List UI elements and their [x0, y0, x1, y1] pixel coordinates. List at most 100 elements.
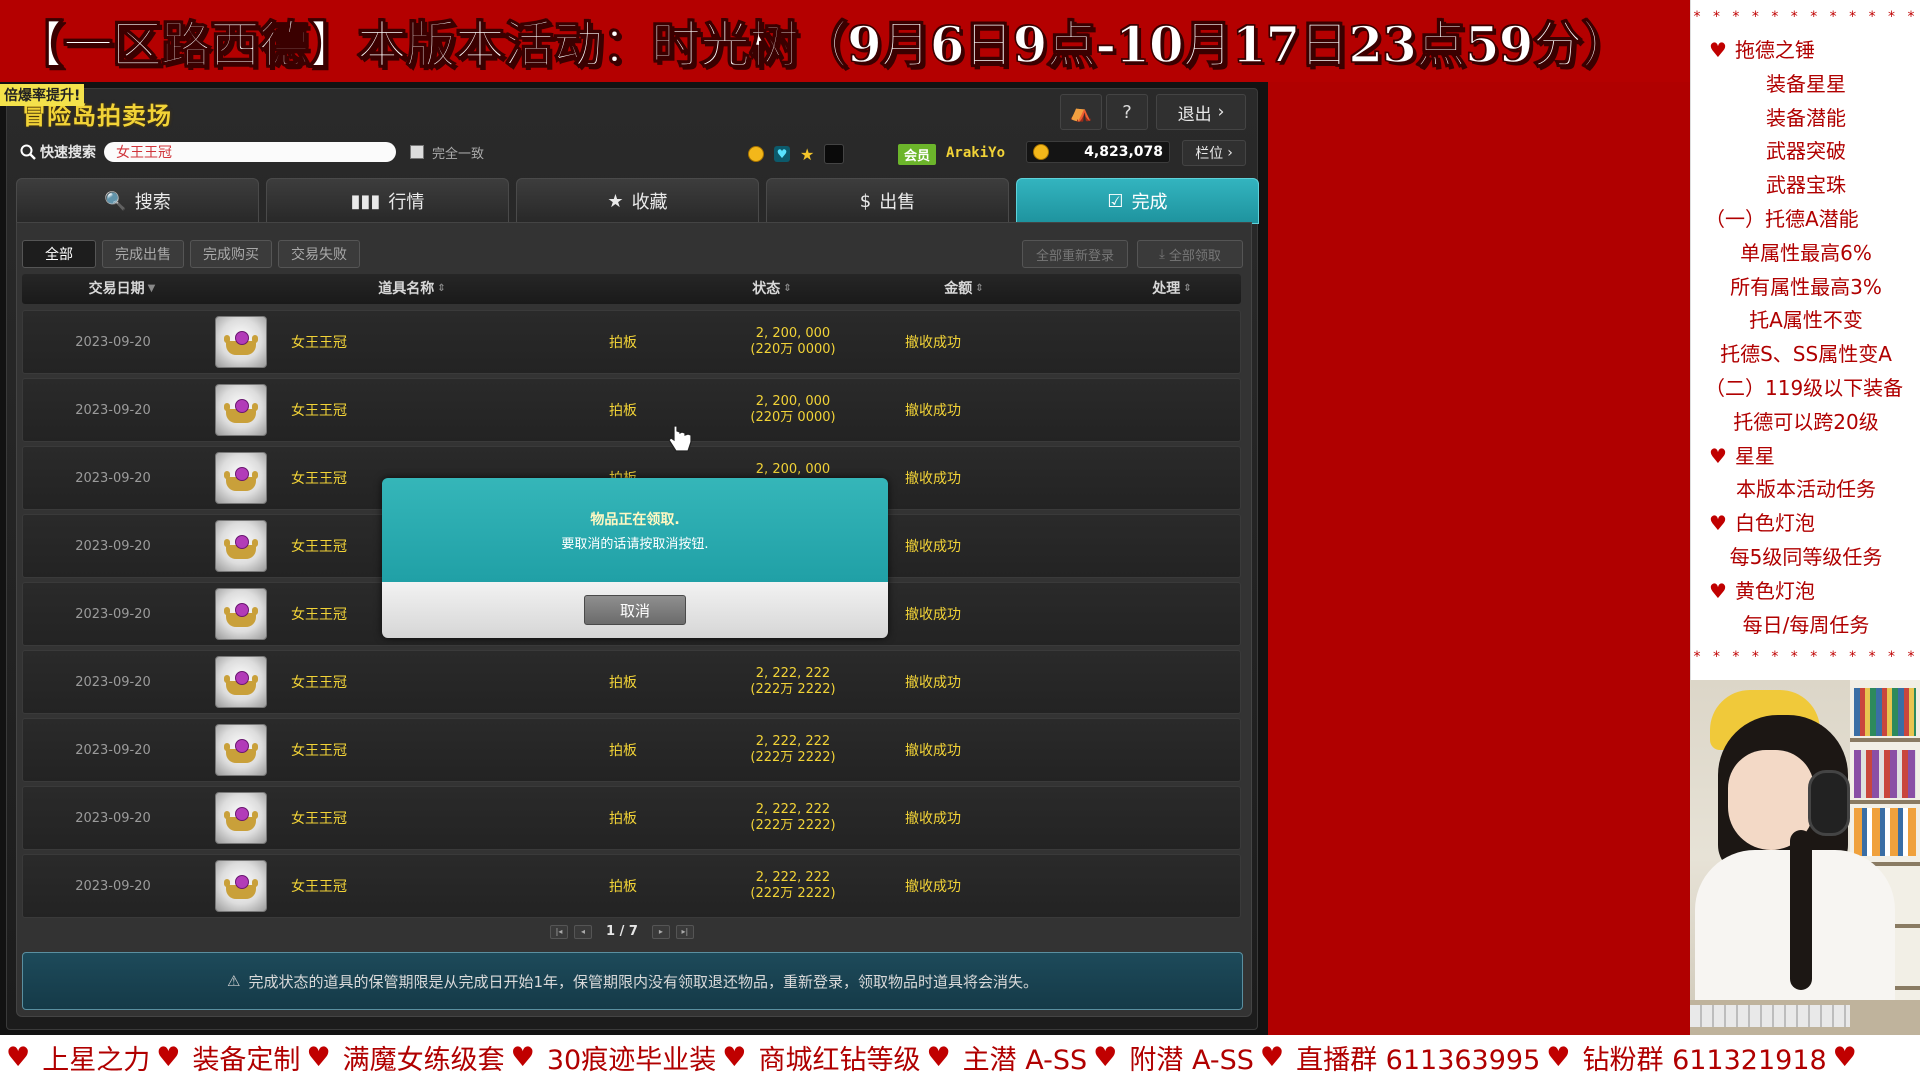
crown-icon[interactable] [215, 452, 267, 504]
table-row[interactable]: 2023-09-20 女王王冠 拍板 2, 222, 222 (222万 2222) 撤收… [22, 854, 1241, 918]
crown-icon[interactable] [215, 316, 267, 368]
tab-favorites[interactable]: ★ 收藏 [516, 178, 759, 224]
info-item-label: 拖德之锤 [1734, 38, 1815, 62]
info-item: 每日/每周任务 [1691, 609, 1920, 643]
row-amount-number: 2, 200, 000 [755, 462, 831, 477]
dialog-body: 物品正在领取. 要取消的话请按取消按钮. [382, 478, 888, 582]
header-action[interactable]: 处理 ⇕ [1142, 274, 1202, 304]
heart-icon: ♥ [1709, 443, 1727, 468]
row-action: 撤收成功 [905, 811, 961, 827]
header-date[interactable]: 交易日期 ▼ [62, 274, 182, 304]
slot-button[interactable]: 栏位 › [1182, 140, 1246, 166]
chevron-right-icon: › [1217, 102, 1225, 122]
tab-sell-label: 出售 [879, 192, 916, 213]
banner-title: 【一区路西德】本版本活动：时光树（9月6日9点-10月17日23点59分） [13, 14, 1632, 75]
promo-segment: ♥ 商城红钻等级 [716, 1038, 920, 1077]
header-name[interactable]: 道具名称 ⇕ [352, 274, 472, 304]
row-date: 2023-09-20 [75, 878, 151, 894]
exact-match-checkbox[interactable] [410, 145, 424, 159]
table-row[interactable]: 2023-09-20 女王王冠 拍板 2, 200, 000(220万 0000) 撤收… [22, 310, 1241, 374]
first-page-button[interactable]: |◂ [550, 924, 568, 939]
subtab-sold[interactable]: 完成出售 [102, 240, 184, 268]
promo-text: 上星之力 [42, 1045, 151, 1076]
help-button[interactable]: ? [1106, 94, 1148, 130]
dialog-footer: 取消 [382, 582, 888, 638]
row-amount-cn: (220万 0000) [750, 410, 836, 425]
row-item-icon-cell [213, 515, 269, 577]
info-item-label: 黄色灯泡 [1734, 578, 1815, 603]
info-item-label: 单属性最高6% [1740, 240, 1872, 265]
heart-icon[interactable]: ♥ [774, 146, 790, 162]
row-item-icon-cell [213, 719, 269, 781]
header-action-label: 处理 [1152, 281, 1181, 297]
table-row[interactable]: 2023-09-20 女王王冠 拍板 2, 200, 000(220万 0000) 撤收… [22, 378, 1241, 442]
webcam-feed [1690, 680, 1920, 1035]
promo-segment: ♥ 附潜 A-SS [1087, 1038, 1254, 1077]
tab-search[interactable]: 🔍 搜索 [16, 178, 259, 224]
crown-graphic [224, 601, 258, 627]
info-item: 托德S、SS属性变A [1691, 338, 1920, 372]
next-page-button[interactable]: ▸ [651, 924, 670, 939]
subtab-bought[interactable]: 完成购买 [190, 240, 272, 268]
table-row[interactable]: 2023-09-20 女王王冠 拍板 2, 222, 222 (222万 2222) 撤收… [22, 718, 1241, 782]
exact-match-label: 完全一致 [432, 146, 485, 162]
crown-icon[interactable] [215, 588, 267, 640]
subtab-all[interactable]: 全部 [22, 240, 96, 268]
warning-icon: ⚠ [226, 972, 241, 990]
crown-icon[interactable] [215, 724, 267, 776]
header-amount[interactable]: 金额 ⇕ [934, 274, 994, 304]
subtab-failed[interactable]: 交易失败 [278, 240, 360, 268]
notice-text: 完成状态的道具的保管期限是从完成日开始1年，保管期限内没有领取退还物品，重新登录… [248, 972, 1038, 991]
row-item-icon-cell [213, 447, 269, 509]
quick-search-label: 快速搜索 [20, 142, 96, 162]
row-amount-number: 2, 222, 222 [755, 802, 831, 817]
books [1854, 750, 1916, 798]
info-item: （一）托德A潜能 [1691, 203, 1920, 237]
row-status: 拍板 [609, 743, 637, 759]
table-row[interactable]: 2023-09-20 女王王冠 拍板 2, 222, 222 (222万 2222) 撤收… [22, 650, 1241, 714]
top-banner: 【一区路西德】本版本活动：时光树（9月6日9点-10月17日23点59分） [0, 0, 1690, 82]
promo-segment: ♥ 主潜 A-SS [920, 1038, 1087, 1077]
status-icons: ♥ ★ [748, 144, 845, 164]
header-status[interactable]: 状态 ⇕ [742, 274, 802, 304]
claim-all-button[interactable]: ⤓ 全部领取 [1137, 240, 1243, 268]
re-register-all-button[interactable]: 全部重新登录 [1022, 240, 1128, 268]
info-item: 本版本活动任务 [1691, 473, 1920, 507]
crown-icon[interactable] [215, 792, 267, 844]
table-header: 交易日期 ▼ 道具名称 ⇕ 状态 ⇕ 金额 ⇕ 处理 ⇕ [22, 274, 1241, 304]
tab-sell[interactable]: $ 出售 [766, 178, 1009, 224]
crown-graphic [224, 737, 258, 763]
row-item-name: 女王王冠 [291, 743, 347, 759]
heart-icon: ♥ [1259, 1042, 1285, 1073]
row-amount-cn: (222万 2222) [750, 682, 836, 697]
sort-down-icon: ▼ [147, 283, 156, 294]
heart-icon: ♥ [1709, 578, 1727, 603]
exit-button[interactable]: 退出 › [1156, 94, 1246, 130]
crown-icon[interactable] [215, 860, 267, 912]
row-amount-cn: (222万 2222) [750, 818, 836, 833]
character-button[interactable]: ⛺ [1060, 94, 1102, 130]
row-amount-number: 2, 222, 222 [755, 734, 831, 749]
last-page-button[interactable]: ▸| [675, 924, 694, 939]
member-name: ArakiYo [946, 145, 1006, 161]
header-name-label: 道具名称 [378, 281, 435, 297]
row-date: 2023-09-20 [75, 538, 151, 554]
star-divider-bottom: * * * * * * * * * * * * [1693, 649, 1919, 666]
star-icon[interactable]: ★ [800, 145, 814, 164]
crown-icon[interactable] [215, 656, 267, 708]
tab-market[interactable]: ▮▮▮ 行情 [266, 178, 509, 224]
prev-page-button[interactable]: ◂ [574, 924, 592, 939]
table-row[interactable]: 2023-09-20 女王王冠 拍板 2, 222, 222 (222万 2222) 撤收… [22, 786, 1241, 850]
promo-text: 直播群 611363995 [1296, 1045, 1541, 1076]
row-action: 撤收成功 [905, 335, 961, 351]
sort-icon: ⇕ [437, 283, 446, 294]
info-item: 武器突破 [1691, 135, 1920, 169]
row-item-icon-cell [213, 311, 269, 373]
search-input[interactable] [104, 142, 396, 162]
exit-label: 退出 [1177, 104, 1212, 125]
crown-icon[interactable] [215, 384, 267, 436]
dialog-cancel-button[interactable]: 取消 [584, 595, 686, 625]
crown-icon[interactable] [215, 520, 267, 572]
info-item-label: 星星 [1734, 443, 1775, 468]
tab-complete[interactable]: ☑ 完成 [1016, 178, 1259, 224]
